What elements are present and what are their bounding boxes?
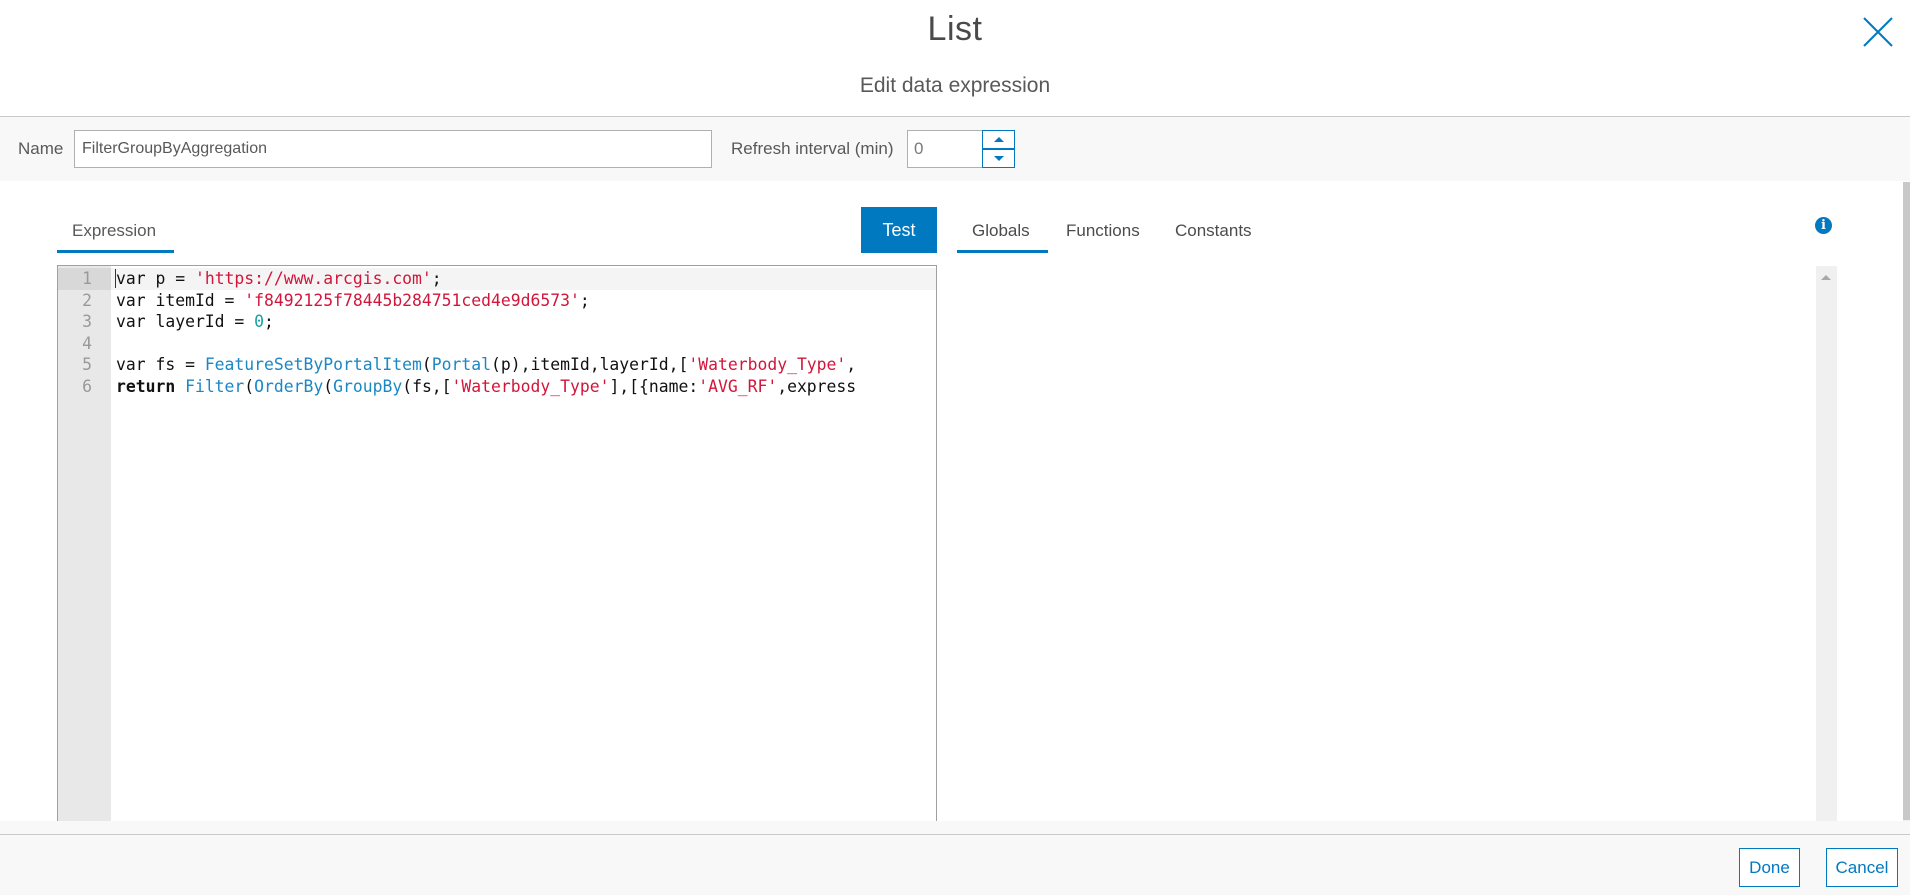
code-token-str: 'Waterbody_Type' <box>688 355 847 375</box>
code-token-num: 0 <box>254 312 265 332</box>
name-label: Name <box>18 139 64 158</box>
code-token-kw: var fs = <box>116 355 205 375</box>
footer-divider <box>0 834 1910 835</box>
code-token-kw: ; <box>579 290 590 310</box>
tab-globals[interactable]: Globals <box>972 221 1030 241</box>
refresh-decrement-button[interactable] <box>982 149 1015 168</box>
done-button[interactable]: Done <box>1739 848 1800 887</box>
code-token-kw: ( <box>421 355 432 375</box>
code-line[interactable]: 2 var itemId = 'f8492125f78445b284751ced4… <box>58 290 936 312</box>
refresh-increment-button[interactable] <box>982 130 1015 149</box>
line-number: 5 <box>82 355 92 375</box>
code-editor[interactable]: 1 var p = 'https://www.arcgis.com'; 2 var i… <box>57 265 937 825</box>
code-token-kw: , <box>846 355 857 375</box>
line-number: 1 <box>58 268 111 290</box>
code-token-fn: Portal <box>431 355 492 375</box>
code-token-kw: (p),itemId,layerId,[ <box>491 355 689 375</box>
line-number: 3 <box>82 312 92 332</box>
code-token-fn: Filter <box>185 376 245 396</box>
code-token-kw: var layerId = <box>116 312 255 332</box>
close-button[interactable] <box>1860 14 1896 50</box>
test-button[interactable]: Test <box>861 207 937 253</box>
code-token-str: 'Waterbody_Type' <box>451 376 610 396</box>
refresh-interval-label: Refresh interval (min) <box>731 139 894 158</box>
page-scrollbar-thumb[interactable] <box>1903 182 1910 820</box>
dialog-title: List <box>927 10 983 48</box>
code-token-str: 'f8492125f78445b284751ced4e9d6573' <box>244 290 580 310</box>
code-lines: 1 var p = 'https://www.arcgis.com'; 2 var i… <box>58 268 936 398</box>
info-icon[interactable]: i <box>1815 217 1832 234</box>
code-token-fn: GroupBy <box>333 376 403 396</box>
code-line[interactable]: 5 var fs = FeatureSetByPortalItem(Portal(… <box>58 354 936 376</box>
code-token-kw: ( <box>323 376 334 396</box>
code-token-kw: ],[{name: <box>609 376 699 396</box>
code-token-fn: FeatureSetByPortalItem <box>204 355 422 375</box>
text-cursor <box>115 269 116 288</box>
globals-panel-scrollbar[interactable] <box>1816 266 1837 821</box>
code-token-kw: ,express <box>777 376 857 396</box>
code-token-kw-b: return <box>116 376 186 396</box>
code-token-kw: ( <box>244 376 255 396</box>
line-number: 6 <box>82 376 92 396</box>
code-token-kw: ; <box>431 269 442 288</box>
code-token-kw: ; <box>264 312 274 332</box>
active-tab-indicator <box>957 250 1048 253</box>
code-token-str: 'https://www.arcgis.com' <box>194 269 432 288</box>
code-text: var layerId = 0; <box>116 311 274 333</box>
active-tab-indicator <box>57 250 174 253</box>
tab-expression[interactable]: Expression <box>72 221 156 241</box>
caret-down-icon <box>994 156 1004 161</box>
line-number: 2 <box>82 290 92 310</box>
code-text: var fs = FeatureSetByPortalItem(Portal(p… <box>116 354 856 376</box>
close-x-icon <box>1863 17 1893 47</box>
code-token-fn: OrderBy <box>254 376 324 396</box>
code-token-kw: (fs,[ <box>402 376 452 396</box>
name-input[interactable] <box>74 130 712 168</box>
code-text: return Filter(OrderBy(GroupBy(fs,['Water… <box>116 376 856 398</box>
code-line[interactable]: 3 var layerId = 0; <box>58 311 936 333</box>
code-text: var p = 'https://www.arcgis.com'; <box>116 268 442 290</box>
code-line[interactable]: 4 <box>58 333 936 355</box>
code-token-kw: var itemId = <box>116 290 245 310</box>
code-line[interactable]: 6 return Filter(OrderBy(GroupBy(fs,['Wate… <box>58 376 936 398</box>
code-token-kw: var p = <box>116 269 195 288</box>
code-line[interactable]: 1 var p = 'https://www.arcgis.com'; <box>58 268 936 290</box>
scroll-up-arrow-icon[interactable] <box>1821 275 1831 280</box>
cancel-button[interactable]: Cancel <box>1826 848 1898 887</box>
code-text: var itemId = 'f8492125f78445b284751ced4e… <box>116 290 590 312</box>
line-number: 4 <box>82 333 92 353</box>
code-token-str: 'AVG_RF' <box>698 376 778 396</box>
caret-up-icon <box>994 137 1004 142</box>
refresh-interval-input[interactable] <box>907 130 983 168</box>
tab-functions[interactable]: Functions <box>1066 221 1140 241</box>
dialog-subtitle: Edit data expression <box>859 74 1051 97</box>
dialog-footer <box>0 821 1910 895</box>
tab-constants[interactable]: Constants <box>1175 221 1252 241</box>
